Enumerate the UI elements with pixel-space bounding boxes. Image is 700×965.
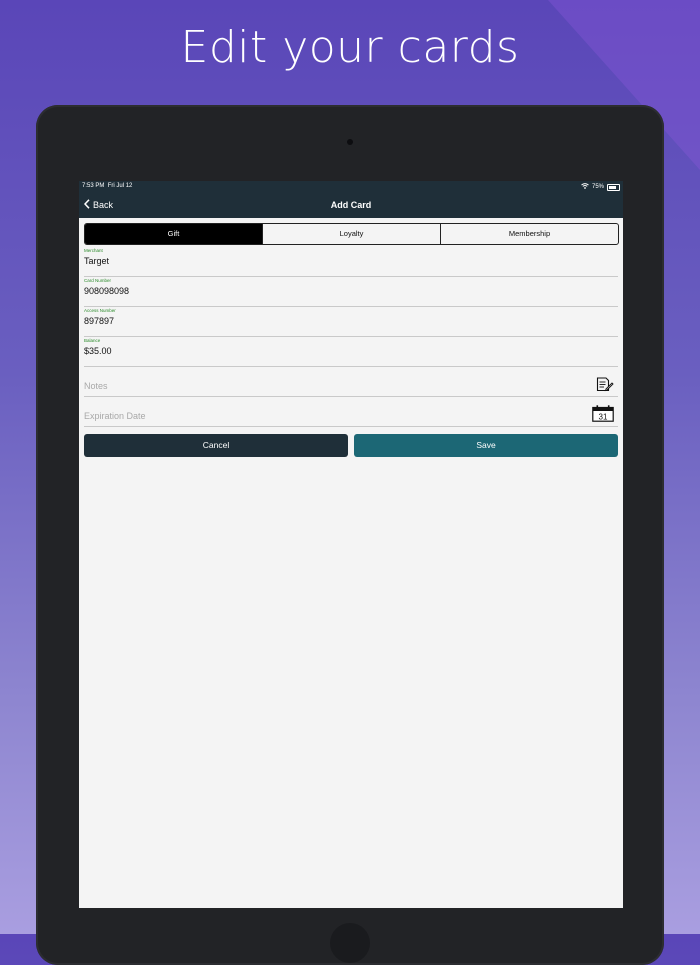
home-button [330, 923, 370, 963]
cancel-button[interactable]: Cancel [84, 434, 348, 457]
notes-field[interactable]: Notes [84, 366, 618, 397]
calendar-icon-text: 31 [599, 413, 608, 422]
segment-membership[interactable]: Membership [440, 224, 618, 244]
balance-field[interactable]: Balance $35.00 [84, 336, 618, 367]
card-number-value: 908098098 [84, 286, 130, 296]
card-number-label: Card Number [84, 278, 112, 283]
tablet-frame: 7:53 PM Fri Jul 12 75% Back Add Card Gif… [36, 105, 664, 965]
notes-edit-icon[interactable] [596, 377, 614, 397]
access-number-field[interactable]: Access Number 897897 [84, 306, 618, 337]
save-button[interactable]: Save [354, 434, 618, 457]
merchant-label: Merchant [84, 248, 103, 253]
balance-label: Balance [84, 338, 101, 343]
status-time: 7:53 PM Fri Jul 12 [82, 183, 133, 189]
expiration-date-field[interactable]: Expiration Date 31 [84, 396, 618, 427]
page-title: Add Card [330, 200, 372, 210]
card-type-segmented-control: Gift Loyalty Membership [84, 223, 619, 245]
navigation-bar: 7:53 PM Fri Jul 12 75% Back Add Card [79, 181, 623, 218]
access-number-label: Access Number [84, 308, 116, 313]
status-bar: 7:53 PM Fri Jul 12 75% [82, 183, 620, 193]
battery-icon [607, 183, 620, 191]
expiration-placeholder: Expiration Date [84, 411, 146, 421]
app-screen: 7:53 PM Fri Jul 12 75% Back Add Card Gif… [79, 181, 623, 908]
wifi-icon [581, 183, 589, 191]
camera-dot [347, 139, 353, 145]
balance-value: $35.00 [84, 346, 112, 356]
merchant-field[interactable]: Merchant Target [84, 246, 618, 277]
status-right: 75% [581, 183, 620, 191]
calendar-icon[interactable]: 31 [592, 405, 614, 427]
segment-loyalty[interactable]: Loyalty [262, 224, 440, 244]
notes-placeholder: Notes [84, 381, 108, 391]
card-number-field[interactable]: Card Number 908098098 [84, 276, 618, 307]
segment-gift[interactable]: Gift [85, 224, 262, 244]
hero-title: Edit your cards [180, 22, 520, 73]
access-number-value: 897897 [84, 316, 115, 326]
battery-percent: 75% [591, 184, 604, 190]
merchant-value: Target [84, 256, 110, 266]
